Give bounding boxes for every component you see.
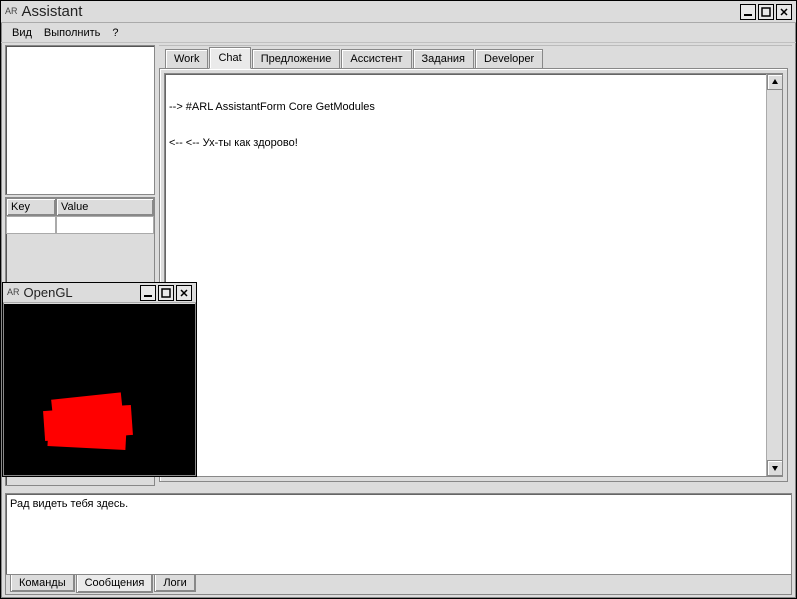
kv-header: Key Value — [6, 198, 154, 216]
opengl-titlebar[interactable]: AR OpenGL — [3, 283, 196, 303]
kv-cell-key[interactable] — [6, 216, 56, 234]
kv-row-empty[interactable] — [6, 216, 154, 234]
minimize-button[interactable] — [740, 4, 756, 20]
kv-table: Key Value — [6, 198, 154, 234]
tab-developer[interactable]: Developer — [475, 49, 543, 68]
chat-line: <-- <-- Ух-ты как здорово! — [169, 137, 778, 149]
kv-header-value[interactable]: Value — [56, 198, 154, 216]
bottom-panel: Рад видеть тебя здесь. Команды Сообщения… — [5, 493, 792, 595]
bottom-tab-messages[interactable]: Сообщения — [76, 575, 154, 593]
tab-work[interactable]: Work — [165, 49, 208, 68]
scroll-down-button[interactable] — [767, 460, 783, 476]
bottom-tab-logs[interactable]: Логи — [154, 575, 196, 592]
app-badge: AR — [5, 7, 18, 16]
kv-cell-value[interactable] — [56, 216, 154, 234]
chevron-up-icon — [771, 78, 779, 86]
chat-textarea[interactable]: --> #ARL AssistantForm Core GetModules <… — [164, 73, 783, 477]
window-title: Assistant — [22, 3, 83, 20]
tab-tasks[interactable]: Задания — [413, 49, 474, 68]
opengl-window[interactable]: AR OpenGL — [2, 282, 197, 477]
opengl-maximize-button[interactable] — [158, 285, 174, 301]
main-tabs: Work Chat Предложение Ассистент Задания … — [159, 46, 792, 68]
chat-line: --> #ARL AssistantForm Core GetModules — [169, 101, 778, 113]
tab-body: --> #ARL AssistantForm Core GetModules <… — [159, 68, 788, 482]
maximize-button[interactable] — [758, 4, 774, 20]
bottom-message-text: Рад видеть тебя здесь. — [10, 498, 128, 510]
opengl-close-button[interactable] — [176, 285, 192, 301]
menubar: Вид Выполнить ? — [1, 23, 796, 43]
tab-chat[interactable]: Chat — [209, 47, 250, 69]
bottom-message-area[interactable]: Рад видеть тебя здесь. — [6, 494, 791, 574]
bottom-tabs: Команды Сообщения Логи — [6, 574, 791, 594]
bottom-tab-commands[interactable]: Команды — [10, 575, 75, 592]
chat-scrollbar[interactable] — [766, 74, 782, 476]
minimize-icon — [743, 7, 753, 17]
chevron-down-icon — [771, 464, 779, 472]
opengl-window-buttons — [140, 285, 192, 301]
opengl-minimize-button[interactable] — [140, 285, 156, 301]
maximize-icon — [761, 7, 771, 17]
scroll-up-button[interactable] — [767, 74, 783, 90]
left-top-panel[interactable] — [5, 45, 155, 195]
close-icon — [179, 288, 189, 298]
window-buttons — [740, 4, 792, 20]
maximize-icon — [161, 288, 171, 298]
kv-header-key[interactable]: Key — [6, 198, 56, 216]
tab-offer[interactable]: Предложение — [252, 49, 341, 68]
close-button[interactable] — [776, 4, 792, 20]
opengl-badge: AR — [7, 288, 20, 297]
red-polygon-icon — [44, 394, 134, 449]
minimize-icon — [143, 288, 153, 298]
menu-help[interactable]: ? — [107, 26, 123, 40]
right-column: Work Chat Предложение Ассистент Задания … — [159, 45, 792, 486]
tab-assistant[interactable]: Ассистент — [341, 49, 411, 68]
opengl-title: OpenGL — [24, 285, 73, 300]
menu-execute[interactable]: Выполнить — [39, 26, 105, 40]
menu-view[interactable]: Вид — [7, 26, 37, 40]
opengl-canvas[interactable] — [4, 304, 195, 475]
close-icon — [779, 7, 789, 17]
main-titlebar[interactable]: AR Assistant — [1, 1, 796, 23]
